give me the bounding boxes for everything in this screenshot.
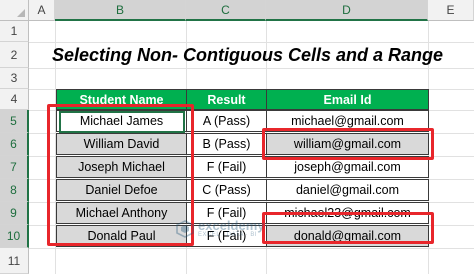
exceldemy-logo-icon	[176, 220, 194, 238]
gridline	[29, 248, 474, 249]
select-all-corner[interactable]	[0, 0, 29, 21]
column-header-c[interactable]: C	[186, 0, 266, 21]
cell-result[interactable]: A (Pass)	[186, 110, 267, 132]
cell-result[interactable]: C (Pass)	[186, 179, 267, 201]
cell-result[interactable]: F (Fail)	[186, 156, 267, 178]
watermark-text: exceldemy EXCEL · DATA · BI	[198, 218, 265, 238]
header-result[interactable]: Result	[186, 89, 267, 110]
cell-highlight-box	[262, 128, 434, 160]
watermark-subtitle: EXCEL · DATA · BI	[198, 232, 258, 238]
cell-result[interactable]: B (Pass)	[186, 133, 267, 155]
column-header-a[interactable]: A	[29, 0, 55, 21]
row-header-5[interactable]: 5	[0, 110, 29, 133]
watermark-logo: exceldemy EXCEL · DATA · BI	[176, 216, 296, 242]
column-header-e[interactable]: E	[428, 0, 474, 21]
row-header-6[interactable]: 6	[0, 133, 29, 156]
row-header-8[interactable]: 8	[0, 179, 29, 202]
row-header-10[interactable]: 10	[0, 225, 29, 248]
cell-email[interactable]: daniel@gmail.com	[266, 179, 429, 201]
row-header-4[interactable]: 4	[0, 89, 29, 110]
row-header-9[interactable]: 9	[0, 202, 29, 225]
sheet-title: Selecting Non- Contiguous Cells and a Ra…	[52, 44, 444, 65]
spreadsheet-grid: A B C D E 1 2 3 4 5 6 7 8 9 10 11 Select…	[0, 0, 474, 274]
row-header-2[interactable]: 2	[0, 42, 29, 68]
header-email-id[interactable]: Email Id	[266, 89, 429, 110]
row-header-7[interactable]: 7	[0, 156, 29, 179]
select-all-triangle-icon	[17, 9, 25, 17]
row-header-1[interactable]: 1	[0, 21, 29, 42]
row-header-3[interactable]: 3	[0, 68, 29, 89]
row-header-11[interactable]: 11	[0, 248, 29, 274]
range-highlight-box	[47, 104, 194, 246]
column-header-b[interactable]: B	[55, 0, 186, 21]
column-header-d[interactable]: D	[266, 0, 428, 21]
watermark-name: exceldemy	[198, 218, 265, 233]
